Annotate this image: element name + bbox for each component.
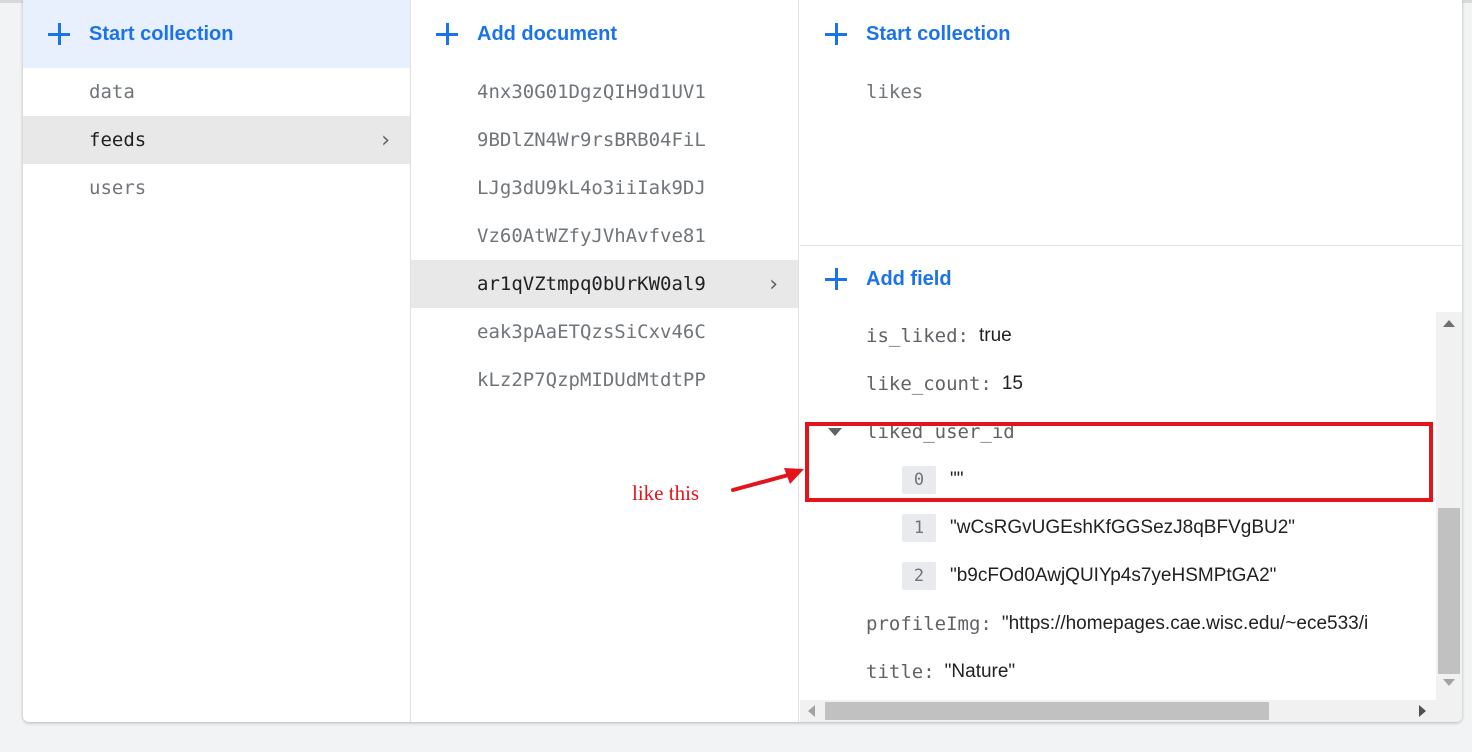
- array-item[interactable]: 1 "wCsRGvUGEshKfGGSezJ8qBFVgBU2": [800, 504, 1434, 552]
- document-id: eak3pAaETQzsSiCxv46C: [477, 321, 706, 343]
- field-colon: :: [923, 661, 935, 683]
- array-index: 1: [902, 514, 936, 542]
- field-row[interactable]: title: "Nature": [800, 648, 1434, 696]
- field-key: profileImg: [866, 613, 981, 635]
- scroll-down-arrow-icon[interactable]: [1443, 679, 1455, 686]
- add-document-label: Add document: [477, 22, 617, 45]
- collection-name: users: [89, 177, 147, 199]
- field-value: "https://homepages.cae.wisc.edu/~ece533/…: [1001, 613, 1369, 634]
- field-value: true: [978, 325, 1012, 346]
- document-item[interactable]: 9BDlZN4Wr9rsBRB04FiL: [411, 116, 798, 164]
- field-value: 15: [1001, 373, 1023, 394]
- chevron-right-icon: ›: [769, 271, 778, 297]
- field-row[interactable]: profileImg: "https://homepages.cae.wisc.…: [800, 600, 1434, 648]
- field-colon: :: [980, 613, 992, 635]
- document-id: 9BDlZN4Wr9rsBRB04FiL: [477, 129, 706, 151]
- add-field-button[interactable]: Add field: [800, 246, 1462, 312]
- document-item[interactable]: Vz60AtWZfyJVhAvfve81: [411, 212, 798, 260]
- scroll-up-arrow-icon[interactable]: [1443, 320, 1455, 327]
- start-collection-button[interactable]: Start collection: [23, 0, 410, 68]
- vertical-scroll-thumb[interactable]: [1438, 508, 1460, 674]
- document-id: 4nx30G01DgzQIH9d1UV1: [477, 81, 706, 103]
- subcollection-name: likes: [866, 81, 924, 103]
- fields-list[interactable]: is_liked: true like_count: 15 liked_user…: [800, 312, 1434, 698]
- collections-column: Start collection data feeds › users: [23, 0, 411, 722]
- annotation-text: like this: [632, 481, 700, 505]
- plus-icon: [47, 22, 71, 46]
- field-row[interactable]: like_count: 15: [800, 360, 1434, 408]
- document-id: Vz60AtWZfyJVhAvfve81: [477, 225, 706, 247]
- subcollection-item-likes[interactable]: likes: [800, 68, 1462, 116]
- start-subcollection-button[interactable]: Start collection: [800, 0, 1462, 68]
- field-key: title: [866, 661, 924, 683]
- add-document-button[interactable]: Add document: [411, 0, 798, 68]
- document-item[interactable]: LJg3dU9kL4o3iiIak9DJ: [411, 164, 798, 212]
- plus-icon: [435, 22, 459, 46]
- horizontal-scroll-thumb[interactable]: [825, 702, 1269, 720]
- add-field-label: Add field: [866, 267, 952, 290]
- array-value: "b9cFOd0AwjQUIYp4s7yeHSMPtGA2": [950, 565, 1277, 586]
- annotation-arrow-icon: [731, 468, 804, 492]
- collection-item-data[interactable]: data: [23, 68, 410, 116]
- document-id: kLz2P7QzpMIDUdMtdtPP: [477, 369, 706, 391]
- plus-icon: [824, 267, 848, 291]
- field-value: "Nature": [944, 661, 1016, 682]
- annotation-highlight-box: [805, 422, 1433, 502]
- document-id: ar1qVZtmpq0bUrKW0al9: [477, 273, 706, 295]
- start-collection-label: Start collection: [866, 22, 1011, 45]
- document-item-selected[interactable]: ar1qVZtmpq0bUrKW0al9 ›: [411, 260, 798, 308]
- vertical-scrollbar[interactable]: [1436, 312, 1462, 722]
- document-item[interactable]: kLz2P7QzpMIDUdMtdtPP: [411, 356, 798, 404]
- array-value: "wCsRGvUGEshKfGGSezJ8qBFVgBU2": [950, 517, 1296, 538]
- collection-item-feeds[interactable]: feeds ›: [23, 116, 410, 164]
- scroll-right-arrow-icon[interactable]: [1419, 705, 1426, 717]
- field-key: like_count: [866, 373, 981, 395]
- field-key: is_liked: [866, 325, 958, 347]
- chevron-right-icon: ›: [381, 127, 390, 153]
- start-collection-label: Start collection: [89, 22, 234, 45]
- firestore-data-panel: Start collection data feeds › users Add …: [23, 0, 1462, 722]
- array-index: 2: [902, 562, 936, 590]
- field-row[interactable]: is_liked: true: [800, 312, 1434, 360]
- horizontal-scrollbar[interactable]: [800, 700, 1436, 722]
- scroll-left-arrow-icon[interactable]: [808, 705, 815, 717]
- subcollections-section: Start collection likes: [800, 0, 1462, 246]
- document-item[interactable]: 4nx30G01DgzQIH9d1UV1: [411, 68, 798, 116]
- collection-name: feeds: [89, 129, 147, 151]
- collection-name: data: [89, 81, 135, 103]
- document-detail-column: Start collection likes Add field is_like…: [800, 0, 1462, 722]
- collection-item-users[interactable]: users: [23, 164, 410, 212]
- document-item[interactable]: eak3pAaETQzsSiCxv46C: [411, 308, 798, 356]
- field-colon: :: [980, 373, 992, 395]
- plus-icon: [824, 22, 848, 46]
- document-id: LJg3dU9kL4o3iiIak9DJ: [477, 177, 706, 199]
- array-item[interactable]: 2 "b9cFOd0AwjQUIYp4s7yeHSMPtGA2": [800, 552, 1434, 600]
- documents-column: Add document 4nx30G01DgzQIH9d1UV1 9BDlZN…: [411, 0, 799, 722]
- field-colon: :: [957, 325, 969, 347]
